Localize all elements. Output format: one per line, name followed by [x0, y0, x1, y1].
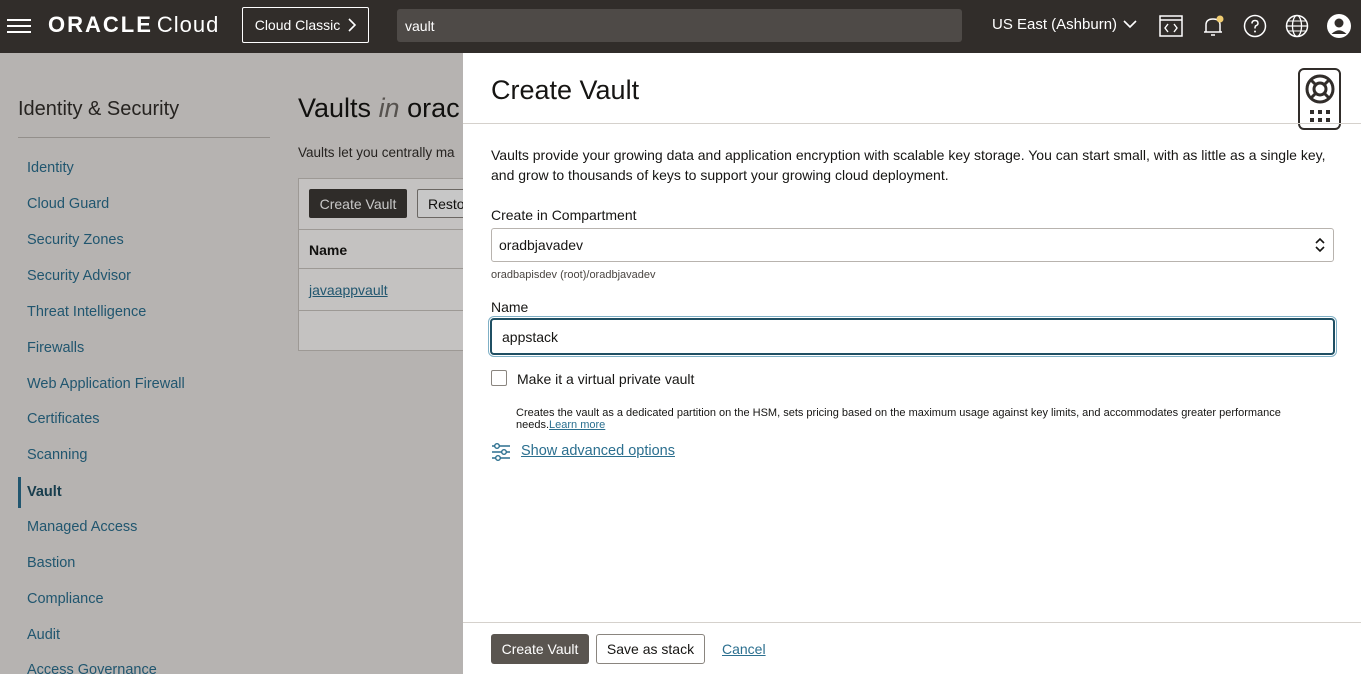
top-navigation-bar: ORACLE Cloud Cloud Classic vault US East … [0, 0, 1361, 53]
drawer-footer-divider [463, 622, 1361, 623]
sidebar-item-security-advisor[interactable]: Security Advisor [27, 268, 131, 284]
sidebar-item-compliance[interactable]: Compliance [27, 591, 104, 607]
name-field[interactable] [488, 316, 1337, 357]
restore-vault-button[interactable]: Resto [417, 189, 463, 218]
virtual-private-help-text: Creates the vault as a dedicated partiti… [516, 407, 1281, 431]
sidebar-item-firewalls[interactable]: Firewalls [27, 340, 84, 356]
help-widget[interactable] [1298, 68, 1341, 130]
brand-oracle: ORACLE [48, 12, 153, 37]
page-description: Vaults let you centrally ma [298, 145, 455, 160]
name-label: Name [491, 299, 529, 315]
hamburger-menu-icon[interactable] [7, 15, 31, 35]
sidebar-divider [18, 137, 270, 138]
drawer-header-divider [463, 123, 1361, 124]
sidebar-item-certificates[interactable]: Certificates [27, 411, 100, 427]
table-row-divider [299, 310, 463, 311]
cancel-link[interactable]: Cancel [722, 641, 766, 657]
table-header-name[interactable]: Name [299, 229, 463, 269]
drawer-description: Vaults provide your growing data and app… [491, 147, 1326, 183]
sidebar-item-scanning[interactable]: Scanning [27, 447, 87, 463]
compartment-value: oradbjavadev [499, 237, 584, 253]
drawer-title: Create Vault [491, 75, 640, 105]
search-value: vault [405, 17, 435, 34]
compartment-label: Create in Compartment [491, 207, 637, 223]
lifebuoy-icon [1305, 74, 1334, 104]
vaults-table-card: Create Vault Resto Name javaappvault [298, 178, 463, 351]
show-advanced-options-link[interactable]: Show advanced options [521, 443, 675, 459]
sidebar-item-access-governance[interactable]: Access Governance [27, 662, 157, 674]
user-icon[interactable] [1325, 12, 1353, 40]
help-icon[interactable] [1241, 12, 1269, 40]
sidebar-item-cloud-guard[interactable]: Cloud Guard [27, 196, 109, 212]
compartment-path: oradbapisdev (root)/oradbjavadev [491, 269, 656, 281]
sidebar-item-managed-access[interactable]: Managed Access [27, 519, 137, 535]
create-vault-page-button[interactable]: Create Vault [309, 189, 407, 218]
chevron-down-icon [1123, 20, 1137, 29]
sidebar-item-audit[interactable]: Audit [27, 627, 60, 643]
create-vault-drawer: Create Vault Vaults provide your growing… [463, 53, 1361, 674]
compartment-select[interactable]: oradbjavadev [491, 228, 1334, 262]
virtual-private-vault-label[interactable]: Make it a virtual private vault [517, 371, 694, 387]
sliders-icon[interactable] [491, 442, 511, 462]
page-title-in: in [378, 93, 400, 123]
brand-cloud: Cloud [156, 12, 220, 37]
learn-more-link[interactable]: Learn more [549, 419, 605, 431]
chevron-right-icon [348, 18, 357, 32]
virtual-private-vault-help: Creates the vault as a dedicated partiti… [516, 407, 1316, 431]
region-label: US East (Ashburn) [992, 16, 1118, 33]
oracle-cloud-logo[interactable]: ORACLE Cloud [48, 12, 219, 38]
cloud-classic-label: Cloud Classic [254, 17, 341, 33]
sidebar-item-bastion[interactable]: Bastion [27, 555, 75, 571]
sidebar-item-web-application-firewall[interactable]: Web Application Firewall [27, 376, 185, 392]
create-vault-button[interactable]: Create Vault [491, 634, 589, 664]
cloud-classic-button[interactable]: Cloud Classic [242, 7, 369, 43]
page-title: Vaults in orac [298, 93, 460, 124]
globe-icon[interactable] [1283, 12, 1311, 40]
sidebar-title: Identity & Security [18, 98, 180, 120]
code-editor-icon[interactable] [1157, 12, 1185, 40]
save-as-stack-button[interactable]: Save as stack [596, 634, 705, 664]
virtual-private-vault-checkbox[interactable] [491, 370, 507, 386]
sidebar-active-indicator [18, 477, 21, 508]
sidebar-item-identity[interactable]: Identity [27, 160, 74, 176]
sidebar-item-security-zones[interactable]: Security Zones [27, 232, 124, 248]
bell-icon[interactable] [1199, 12, 1227, 40]
page-title-compartment: orac [407, 93, 460, 123]
table-row-vault-link[interactable]: javaappvault [309, 282, 388, 298]
region-selector[interactable]: US East (Ashburn) [992, 16, 1137, 33]
sidebar-item-threat-intelligence[interactable]: Threat Intelligence [27, 304, 146, 320]
page-title-prefix: Vaults [298, 93, 372, 123]
up-down-chevron-icon [1315, 237, 1325, 253]
search-input[interactable]: vault [397, 9, 962, 42]
background-page: Identity & Security Identity Cloud Guard… [0, 53, 463, 674]
sidebar-item-vault[interactable]: Vault [27, 484, 62, 500]
apps-grid-icon [1309, 110, 1330, 122]
